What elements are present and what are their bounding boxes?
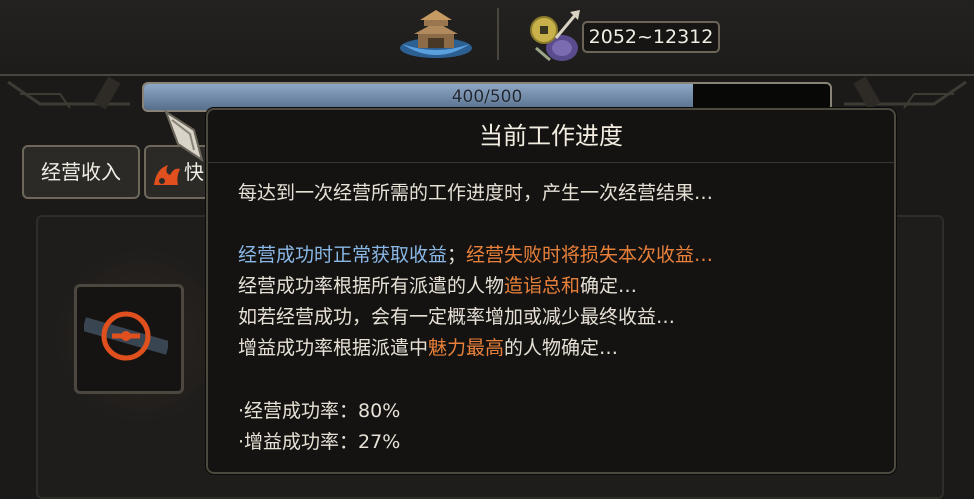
work-progress-tooltip: 当前工作进度 每达到一次经营所需的工作进度时，产生一次经营结果… 经营成功时正常… [206,108,896,474]
tooltip-title: 当前工作进度 [208,110,894,163]
stat-bonus-rate: ·增益成功率：27% [238,431,401,453]
sealed-compass-icon [84,311,168,361]
tooltip-line-bonus: 如若经营成功，会有一定概率增加或减少最终收益… [238,306,676,328]
stat-success-rate: ·经营成功率：80% [238,400,401,422]
failure-text: 经营失败时将损失本次收益… [466,244,714,266]
temple-emblem-icon[interactable] [398,8,474,64]
tooltip-line-outcome: 经营成功时正常获取收益；经营失败时将损失本次收益… [238,240,713,267]
tooltip-line-cycle: 每达到一次经营所需的工作进度时，产生一次经营结果… [238,182,714,204]
tooltip-pointer-icon [164,109,204,163]
coin-pouch-icon [530,10,580,62]
header-divider [497,8,499,60]
rate-text-c: 确定… [580,275,638,297]
tooltip-line-bonus-rate: 增益成功率根据派遣中魅力最高的人物确定… [238,333,618,360]
reward-range-badge: 2052~12312 [582,21,720,53]
success-text: 经营成功时正常获取收益 [238,244,448,266]
skill-sum-text: 造诣总和 [504,275,581,297]
top-bar: 2052~12312 [0,0,974,76]
bonus-text-a: 增益成功率根据派遣中 [238,337,429,359]
bonus-text-c: 的人物确定… [504,337,619,359]
frame-ornament-left [7,76,130,110]
tooltip-line-success-rate: 经营成功率根据所有派遣的人物造诣总和确定… [238,271,637,298]
tab-business-income[interactable]: 经营收入 [22,145,140,199]
rate-text-a: 经营成功率根据所有派遣的人物 [238,275,505,297]
separator-text: ； [447,244,467,266]
work-progress-label: 400/500 [451,87,523,107]
charm-highest-text: 魅力最高 [428,337,505,359]
